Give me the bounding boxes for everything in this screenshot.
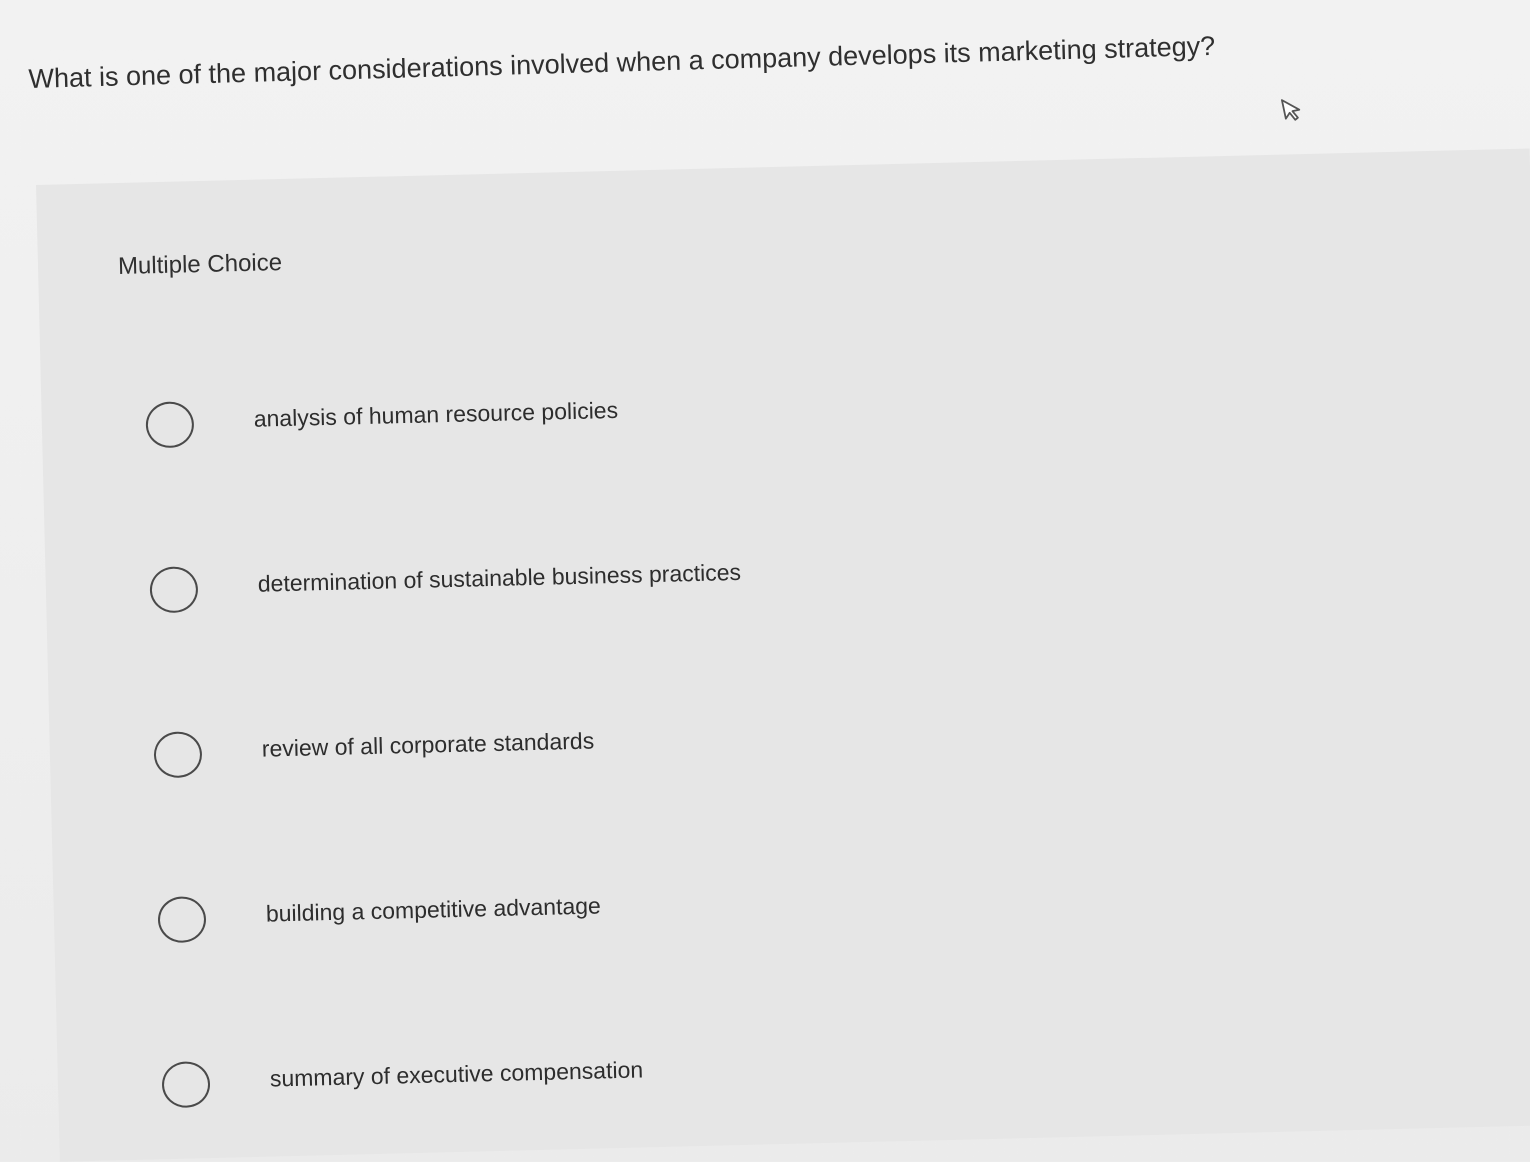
option-label: determination of sustainable business pr… bbox=[257, 558, 742, 597]
option-label: review of all corporate standards bbox=[261, 727, 595, 762]
option-2[interactable]: determination of sustainable business pr… bbox=[149, 541, 1050, 619]
radio-unselected-icon[interactable] bbox=[145, 401, 195, 449]
radio-unselected-icon[interactable] bbox=[157, 896, 207, 944]
option-label: building a competitive advantage bbox=[265, 892, 602, 927]
quiz-page: What is one of the major considerations … bbox=[0, 0, 1530, 1162]
radio-unselected-icon[interactable] bbox=[153, 731, 203, 779]
radio-unselected-icon[interactable] bbox=[149, 566, 199, 614]
option-1[interactable]: analysis of human resource policies bbox=[145, 376, 1046, 454]
mouse-pointer-icon bbox=[1281, 99, 1301, 121]
radio-unselected-icon[interactable] bbox=[161, 1061, 211, 1109]
multiple-choice-panel: Multiple Choice analysis of human resour… bbox=[36, 148, 1530, 1162]
option-label: analysis of human resource policies bbox=[253, 396, 619, 432]
option-3[interactable]: review of all corporate standards bbox=[153, 706, 1054, 784]
panel-title: Multiple Choice bbox=[117, 249, 283, 281]
option-5[interactable]: summary of executive compensation bbox=[161, 1036, 1062, 1114]
option-label: summary of executive compensation bbox=[269, 1056, 644, 1092]
option-4[interactable]: building a competitive advantage bbox=[157, 871, 1058, 949]
question-text: What is one of the major considerations … bbox=[28, 30, 1216, 94]
